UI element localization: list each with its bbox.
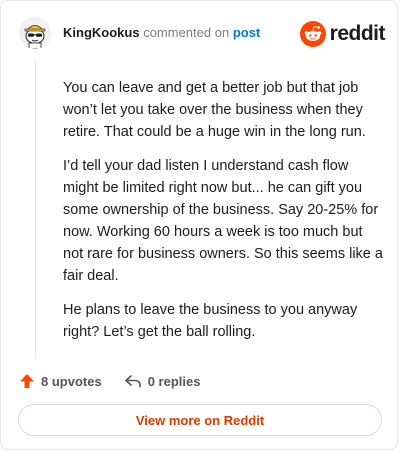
view-more-label: View more on Reddit (135, 412, 265, 428)
reddit-wordmark: reddit (329, 22, 386, 45)
reply-button[interactable]: 0 replies (124, 373, 201, 389)
user-avatar[interactable] (19, 17, 51, 49)
byline-verb: commented on (143, 25, 230, 40)
comment-card: KingKookus commented on post reddit You … (0, 0, 398, 450)
reddit-logo[interactable]: reddit (299, 20, 386, 48)
post-link[interactable]: post (233, 25, 260, 40)
avatar-icon (19, 17, 51, 49)
view-more-on-reddit-button[interactable]: View more on Reddit (18, 404, 382, 436)
upvote-button[interactable]: 8 upvotes (19, 373, 102, 389)
comment-actions: 8 upvotes 0 replies (19, 369, 222, 393)
comment-body: You can leave and get a better job but t… (63, 77, 383, 355)
upvote-count: 8 upvotes (41, 373, 102, 389)
reddit-snoo-icon (299, 21, 326, 47)
thread-line (35, 59, 36, 359)
upvote-arrow-icon (20, 374, 34, 388)
comment-paragraph: You can leave and get a better job but t… (63, 80, 366, 140)
author-name[interactable]: KingKookus (63, 25, 140, 40)
comment-paragraph: I’d tell your dad listen I understand ca… (63, 158, 383, 284)
reply-arrow-icon (124, 375, 141, 388)
comment-header: KingKookus commented on post reddit (19, 15, 386, 53)
comment-paragraph: He plans to leave the business to you an… (63, 302, 358, 340)
comment-byline: KingKookus commented on post (63, 25, 260, 41)
reply-count: 0 replies (147, 373, 201, 389)
